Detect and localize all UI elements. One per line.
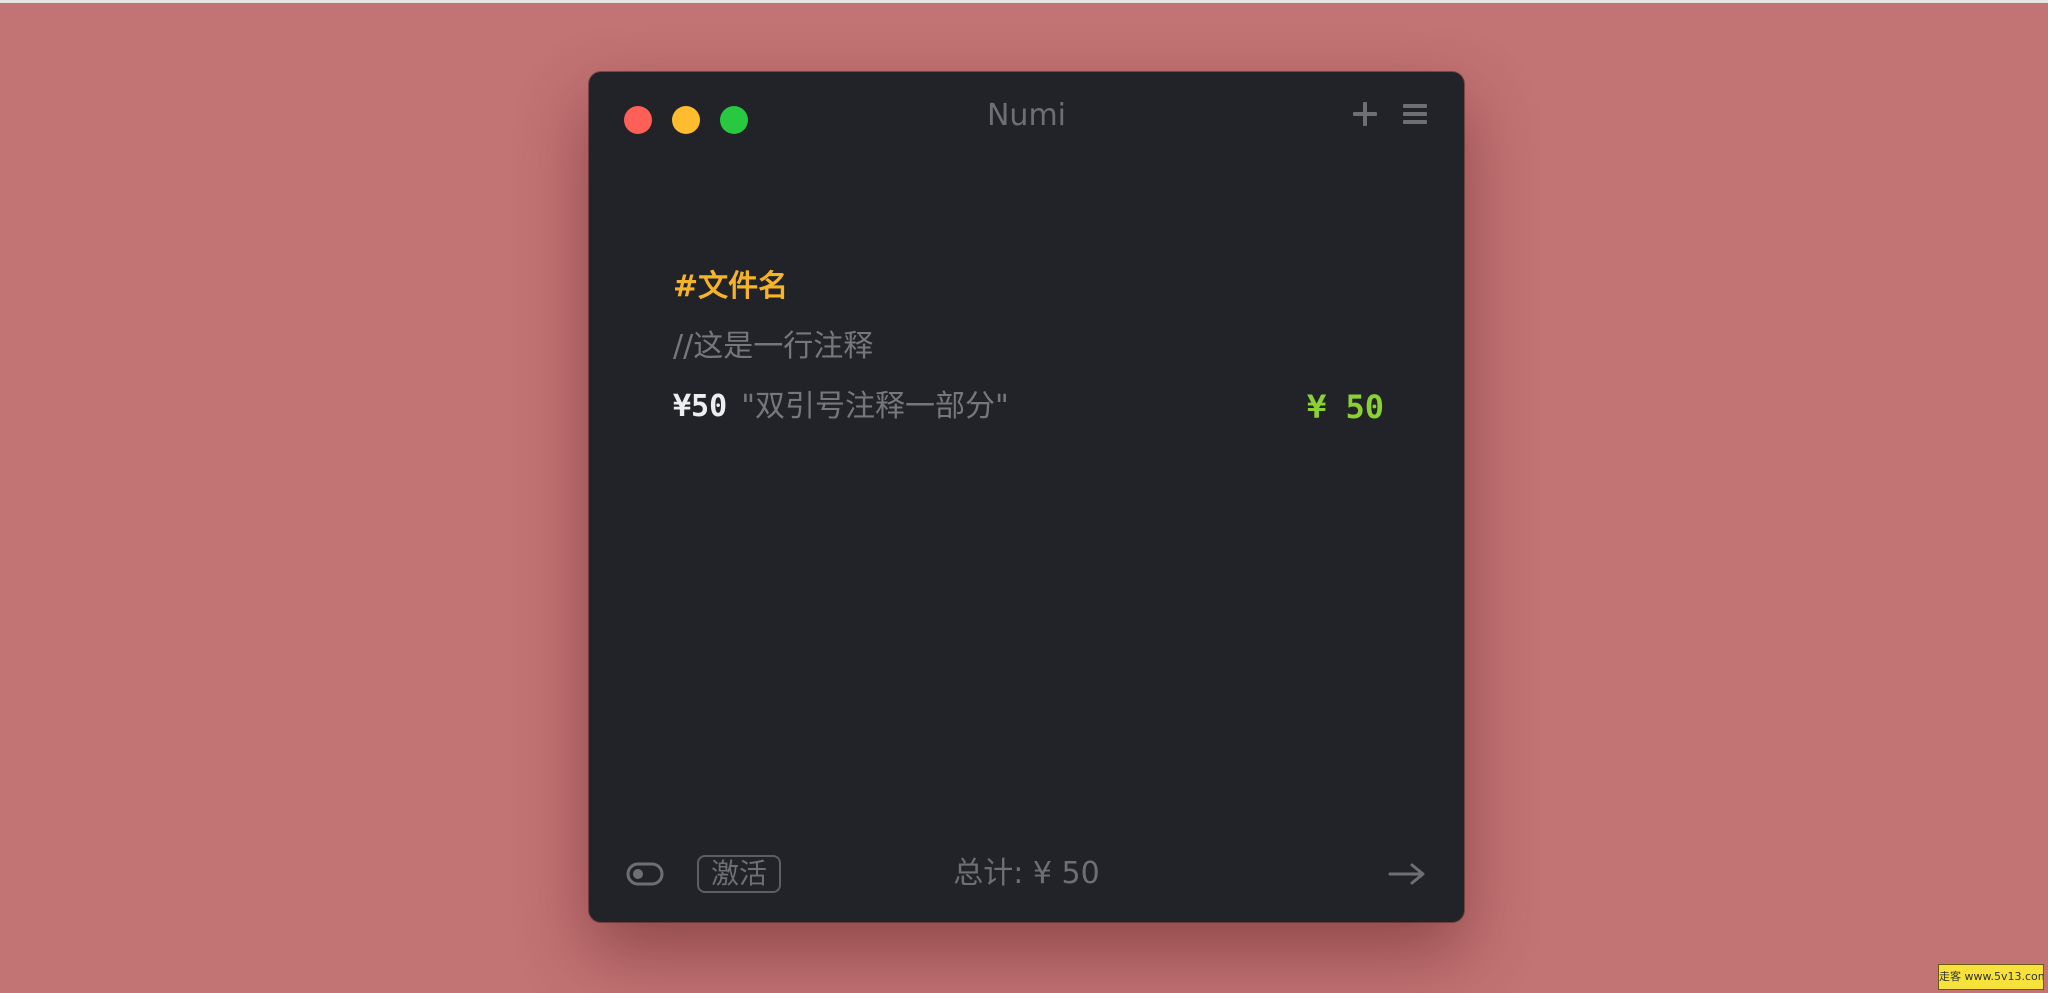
add-button[interactable] bbox=[1345, 94, 1385, 134]
editor[interactable]: #文件名 //这是一行注释 ¥50 "双引号注释一部分" ¥ 50 bbox=[589, 192, 1464, 792]
watermark-badge: 走客 www.5v13.com bbox=[1938, 964, 2044, 990]
amount-text: ¥50 bbox=[673, 389, 728, 424]
editor-line-heading[interactable]: #文件名 bbox=[673, 262, 1393, 312]
menu-button[interactable] bbox=[1395, 94, 1435, 134]
arrow-right-icon bbox=[1388, 863, 1425, 885]
editor-line-amount[interactable]: ¥50 "双引号注释一部分" bbox=[673, 382, 1393, 432]
titlebar: Numi bbox=[589, 72, 1464, 164]
top-strip bbox=[0, 0, 2048, 3]
menu-icon bbox=[1403, 104, 1427, 124]
plus-icon bbox=[1353, 102, 1377, 126]
total-label: 总计: ¥ 50 bbox=[953, 856, 1100, 891]
footer: 激活 总计: ¥ 50 bbox=[589, 822, 1464, 922]
line-result[interactable]: ¥ 50 bbox=[1307, 382, 1384, 432]
editor-line-comment[interactable]: //这是一行注释 bbox=[673, 322, 1393, 372]
quoted-comment-text: "双引号注释一部分" bbox=[741, 389, 1009, 424]
numi-window: Numi #文件名 //这是一行注释 ¥50 "双引号注释一部分" ¥ 50 激… bbox=[589, 72, 1464, 922]
heading-text: #文件名 bbox=[673, 269, 789, 304]
comment-text: //这是一行注释 bbox=[673, 329, 874, 364]
next-button[interactable] bbox=[1385, 854, 1429, 894]
window-title: Numi bbox=[986, 98, 1066, 133]
